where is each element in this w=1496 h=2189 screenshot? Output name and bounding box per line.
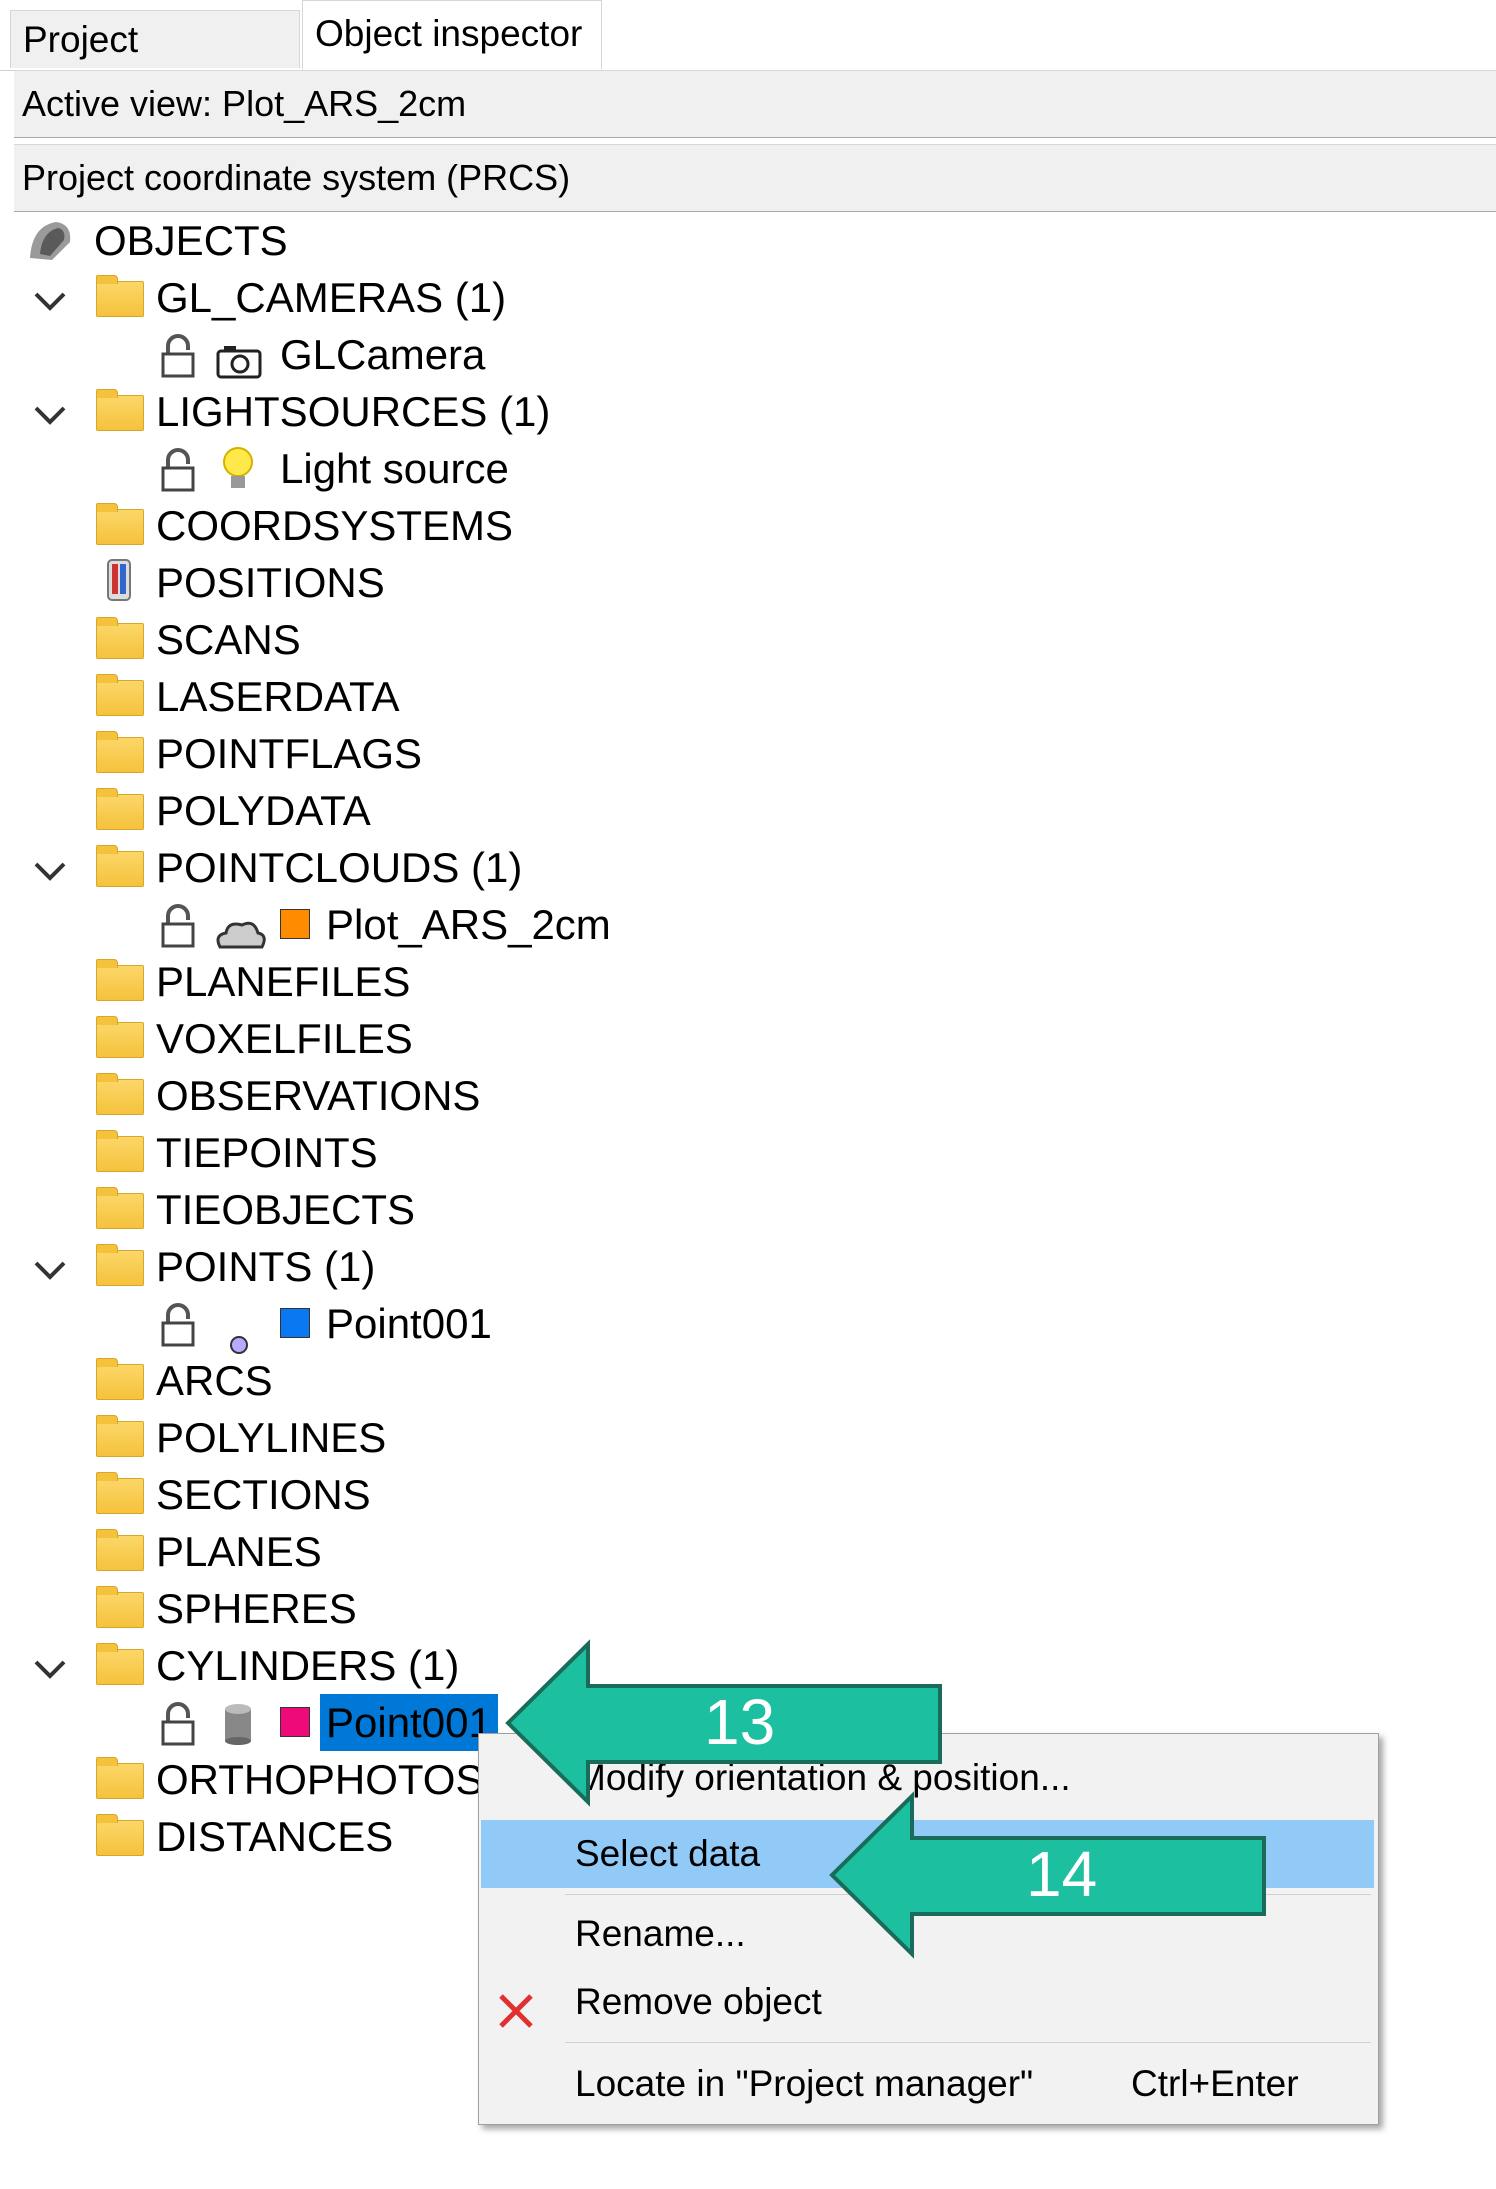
menu-item-locate-in-project-manager[interactable]: Locate in "Project manager" Ctrl+Enter bbox=[481, 2050, 1374, 2118]
active-view-bar: Active view: Plot_ARS_2cm bbox=[14, 70, 1496, 138]
menu-separator bbox=[565, 2042, 1371, 2043]
folder-label: SECTIONS bbox=[156, 1471, 371, 1518]
menu-item-label: Rename... bbox=[575, 1913, 746, 1954]
coordinate-system-label: Project coordinate system (PRCS) bbox=[22, 157, 571, 198]
callout-number: 14 bbox=[1026, 1838, 1098, 1910]
active-view-label: Active view: Plot_ARS_2cm bbox=[22, 83, 467, 124]
folder-label: POLYDATA bbox=[156, 787, 371, 834]
folder-distances-icon bbox=[96, 1814, 144, 1856]
color-swatch-icon[interactable] bbox=[280, 909, 310, 939]
chevron-down-icon[interactable] bbox=[30, 1645, 70, 1685]
folder-label: DISTANCES bbox=[156, 1813, 394, 1860]
item-label: GLCamera bbox=[280, 331, 486, 378]
folder-label: ARCS bbox=[156, 1357, 273, 1404]
folder-icon bbox=[96, 1358, 144, 1400]
folder-label: POLYLINES bbox=[156, 1414, 387, 1461]
menu-item-remove-object[interactable]: Remove object bbox=[481, 1968, 1374, 2036]
folder-icon bbox=[96, 845, 144, 887]
folder-icon bbox=[96, 1757, 144, 1799]
folder-spheres-icon bbox=[96, 1586, 144, 1628]
chevron-down-icon[interactable] bbox=[30, 391, 70, 431]
folder-icon bbox=[96, 1472, 144, 1514]
folder-icon bbox=[96, 1130, 144, 1172]
remove-x-icon bbox=[497, 1984, 535, 2052]
menu-item-label: Locate in "Project manager" bbox=[575, 2063, 1034, 2104]
lock-icon[interactable] bbox=[160, 334, 196, 378]
folder-laserdata-icon bbox=[96, 674, 144, 716]
folder-polylines-icon bbox=[96, 1415, 144, 1457]
lock-icon[interactable] bbox=[160, 904, 196, 948]
folder-label: POINTCLOUDS (1) bbox=[156, 844, 523, 891]
chevron-down-icon[interactable] bbox=[30, 1246, 70, 1286]
menu-item-shortcut: Ctrl+Enter bbox=[1131, 2063, 1299, 2104]
folder-label: PLANEFILES bbox=[156, 958, 411, 1005]
folder-label: POINTS (1) bbox=[156, 1243, 376, 1290]
folder-label: GL_CAMERAS (1) bbox=[156, 274, 507, 321]
scanner-position-icon bbox=[102, 558, 136, 620]
color-swatch-icon[interactable] bbox=[280, 1308, 310, 1338]
folder-label: PLANES bbox=[156, 1528, 322, 1575]
callout-arrow-14: 14 bbox=[828, 1790, 1268, 1965]
menu-item-label: Remove object bbox=[575, 1981, 822, 2022]
item-label: Point001 bbox=[326, 1300, 492, 1347]
folder-observations-icon bbox=[96, 1073, 144, 1115]
folder-label: SCANS bbox=[156, 616, 301, 663]
folder-label: TIEOBJECTS bbox=[156, 1186, 416, 1233]
folder-scans-icon bbox=[96, 617, 144, 659]
folder-label: ORTHOPHOTOS bbox=[156, 1756, 484, 1803]
item-label: Light source bbox=[280, 445, 509, 492]
item-label: Plot_ARS_2cm bbox=[326, 901, 611, 948]
folder-label: COORDSYSTEMS bbox=[156, 502, 514, 549]
folder-label: TIEPOINTS bbox=[156, 1129, 378, 1176]
folder-cylinders-icon bbox=[96, 1643, 144, 1685]
coordinate-system-bar: Project coordinate system (PRCS) bbox=[14, 144, 1496, 212]
lock-icon[interactable] bbox=[160, 1303, 196, 1347]
folder-planefiles-icon bbox=[96, 959, 144, 1001]
folder-label: POINTFLAGS bbox=[156, 730, 423, 777]
item-label-selected[interactable]: Point001 bbox=[320, 1694, 498, 1751]
color-swatch-icon[interactable] bbox=[280, 1707, 310, 1737]
folder-camera-icon bbox=[96, 275, 144, 317]
folder-icon bbox=[96, 731, 144, 773]
lock-icon[interactable] bbox=[160, 1702, 196, 1746]
callout-number: 13 bbox=[704, 1686, 776, 1758]
tree-root-label: OBJECTS bbox=[94, 217, 288, 264]
chevron-down-icon[interactable] bbox=[30, 847, 70, 887]
tab-bar: Project manager Object inspector bbox=[0, 0, 1496, 118]
folder-planes-icon bbox=[96, 1529, 144, 1571]
chevron-down-icon[interactable] bbox=[30, 277, 70, 317]
menu-item-label: Select data bbox=[575, 1833, 761, 1874]
folder-icon bbox=[96, 1187, 144, 1229]
tab-object-inspector[interactable]: Object inspector bbox=[302, 0, 602, 70]
folder-label: LIGHTSOURCES (1) bbox=[156, 388, 551, 435]
folder-label: OBSERVATIONS bbox=[156, 1072, 481, 1119]
folder-label: POSITIONS bbox=[156, 559, 385, 606]
lock-icon[interactable] bbox=[160, 448, 196, 492]
folder-light-icon bbox=[96, 389, 144, 431]
folder-label: LASERDATA bbox=[156, 673, 400, 720]
folder-voxelfiles-icon bbox=[96, 1016, 144, 1058]
folder-icon bbox=[96, 1244, 144, 1286]
folder-label: SPHERES bbox=[156, 1585, 357, 1632]
tab-project-manager[interactable]: Project manager bbox=[10, 10, 300, 118]
folder-label: VOXELFILES bbox=[156, 1015, 413, 1062]
folder-label: CYLINDERS (1) bbox=[156, 1642, 460, 1689]
folder-polydata-icon bbox=[96, 788, 144, 830]
callout-arrow-13: 13 bbox=[504, 1638, 944, 1813]
folder-icon bbox=[96, 503, 144, 545]
objects-icon bbox=[26, 218, 76, 278]
